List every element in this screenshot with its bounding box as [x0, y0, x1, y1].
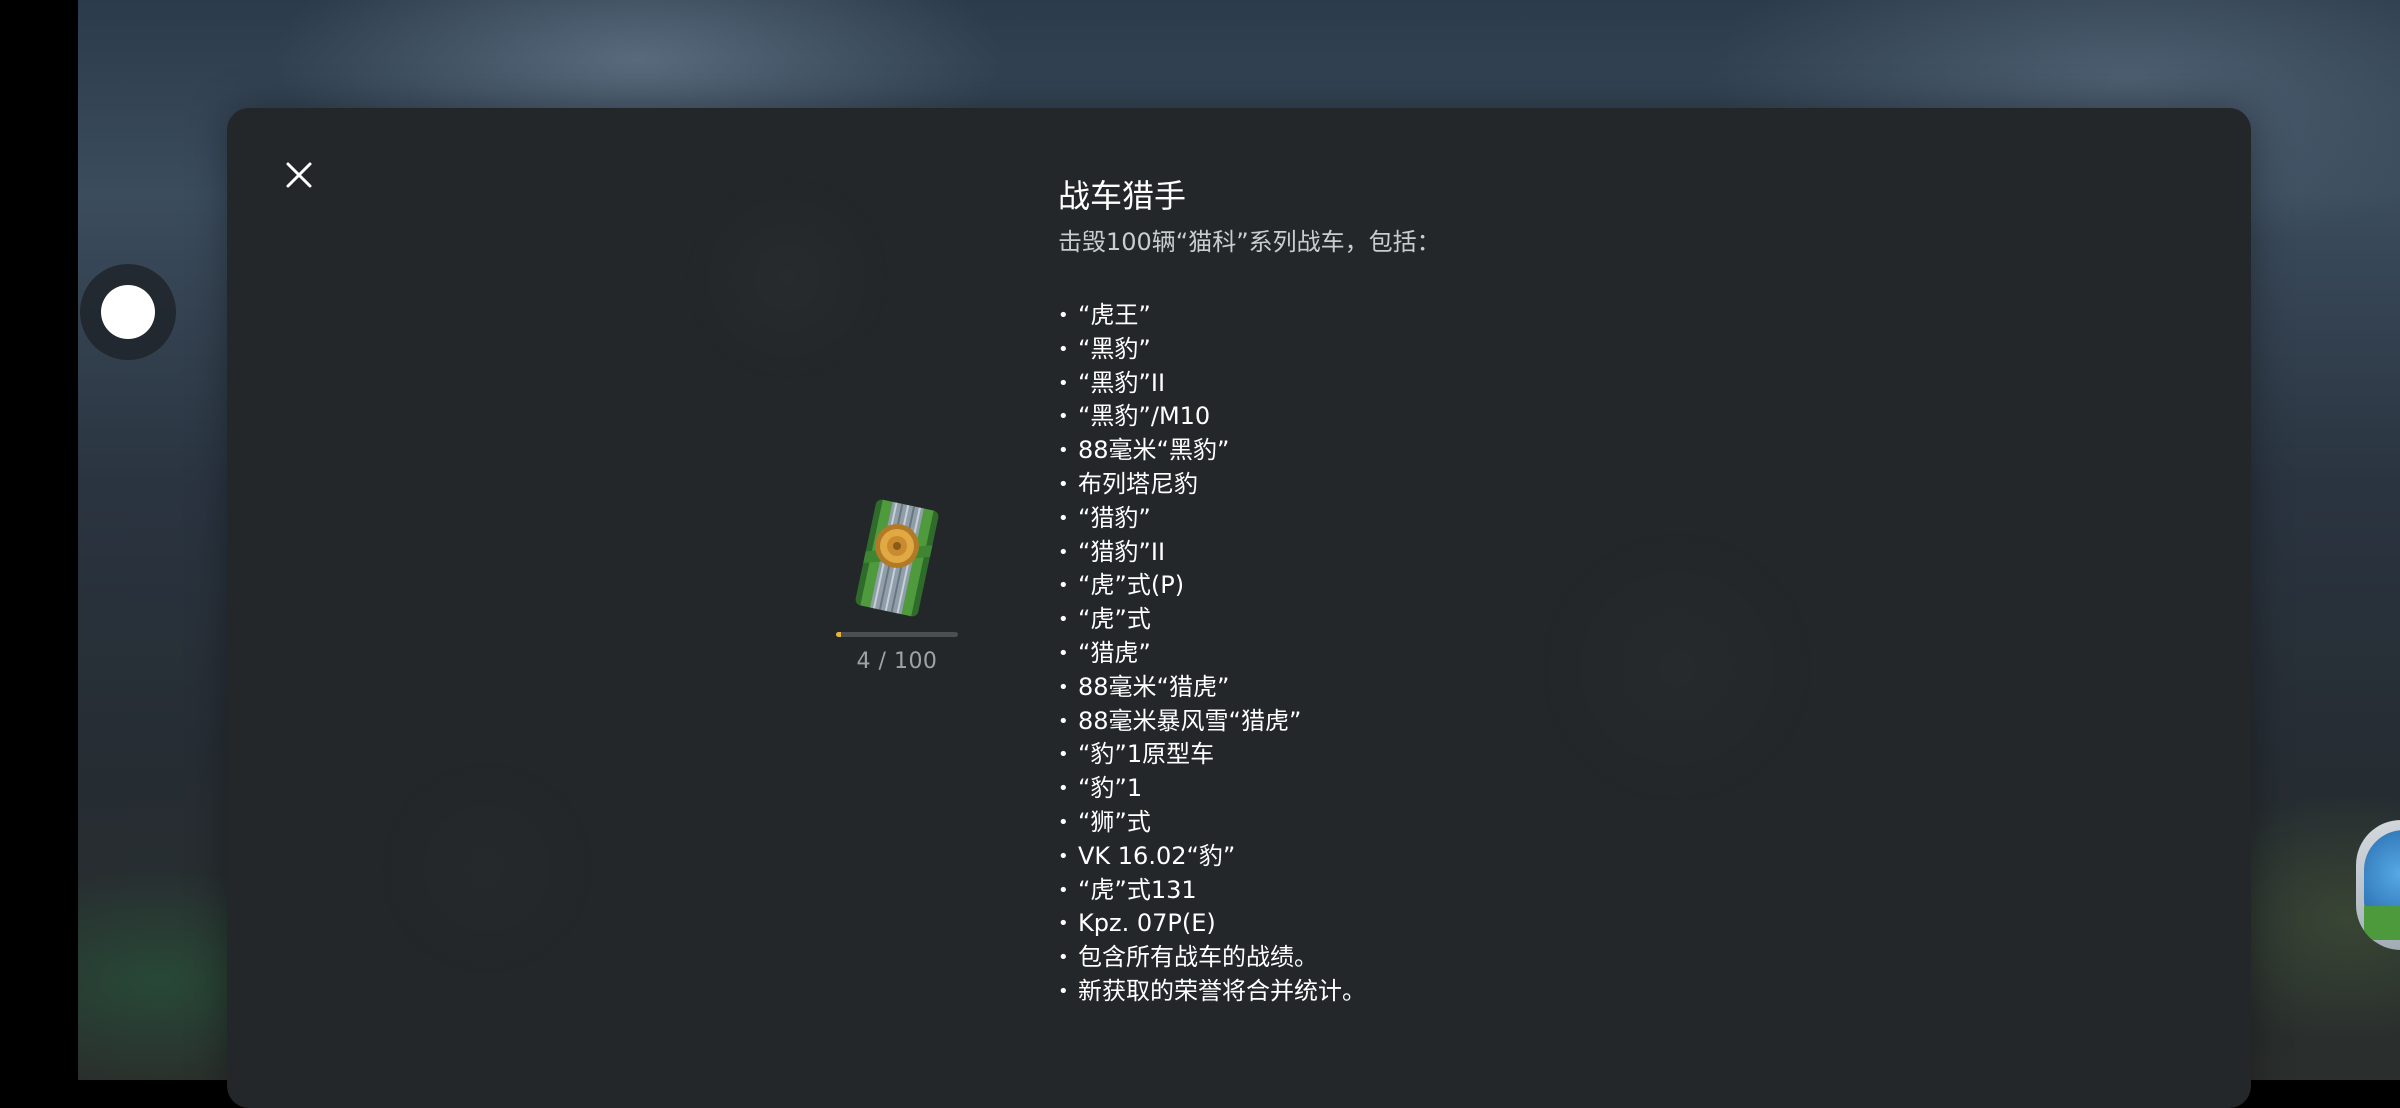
- radar-icon-graphic: [2364, 830, 2400, 940]
- list-item: “虎”式(P): [1058, 569, 1958, 603]
- list-item: 88毫米暴风雪“猎虎”: [1058, 705, 1958, 739]
- list-item: “虎”式131: [1058, 874, 1958, 908]
- achievement-details: 战车猎手 击毁100辆“猫科”系列战车，包括： “虎王” “黑豹” “黑豹”II…: [1058, 173, 1958, 1009]
- medal-icon: [855, 499, 939, 617]
- list-item: 布列塔尼豹: [1058, 468, 1958, 502]
- list-item: “虎”式: [1058, 603, 1958, 637]
- list-item: “豹”1: [1058, 772, 1958, 806]
- list-item: “虎王”: [1058, 299, 1958, 333]
- achievement-badge-area: 4 / 100: [807, 498, 987, 674]
- list-item: 88毫米“黑豹”: [1058, 434, 1958, 468]
- list-item: Kpz. 07P(E): [1058, 907, 1958, 941]
- list-item: “猎豹”II: [1058, 536, 1958, 570]
- floating-assist-button[interactable]: [80, 264, 176, 360]
- list-item: 包含所有战车的战绩。: [1058, 941, 1958, 975]
- progress-text: 4 / 100: [856, 649, 938, 674]
- list-item: “猎虎”: [1058, 637, 1958, 671]
- list-item: “黑豹”/M10: [1058, 400, 1958, 434]
- list-item: 88毫米“猎虎”: [1058, 671, 1958, 705]
- close-icon: [286, 162, 312, 188]
- close-button[interactable]: [277, 153, 321, 197]
- list-item: “豹”1原型车: [1058, 738, 1958, 772]
- list-item: “黑豹”II: [1058, 367, 1958, 401]
- left-black-bar: [0, 0, 78, 1080]
- progress-bar: [836, 632, 958, 637]
- list-item: VK 16.02“豹”: [1058, 840, 1958, 874]
- vehicle-list: “虎王” “黑豹” “黑豹”II “黑豹”/M10 88毫米“黑豹” 布列塔尼豹…: [1058, 299, 1958, 1009]
- list-item: “猎豹”: [1058, 502, 1958, 536]
- achievement-title: 战车猎手: [1058, 177, 1187, 215]
- list-item: “黑豹”: [1058, 333, 1958, 367]
- progress-bar-fill: [836, 632, 841, 637]
- achievement-dialog: 4 / 100 战车猎手 击毁100辆“猫科”系列战车，包括： “虎王” “黑豹…: [227, 108, 2251, 1108]
- list-item: 新获取的荣誉将合并统计。: [1058, 975, 1958, 1009]
- achievement-description: 击毁100辆“猫科”系列战车，包括：: [1058, 228, 1441, 256]
- list-item: “狮”式: [1058, 806, 1958, 840]
- assist-dot-icon: [101, 285, 155, 339]
